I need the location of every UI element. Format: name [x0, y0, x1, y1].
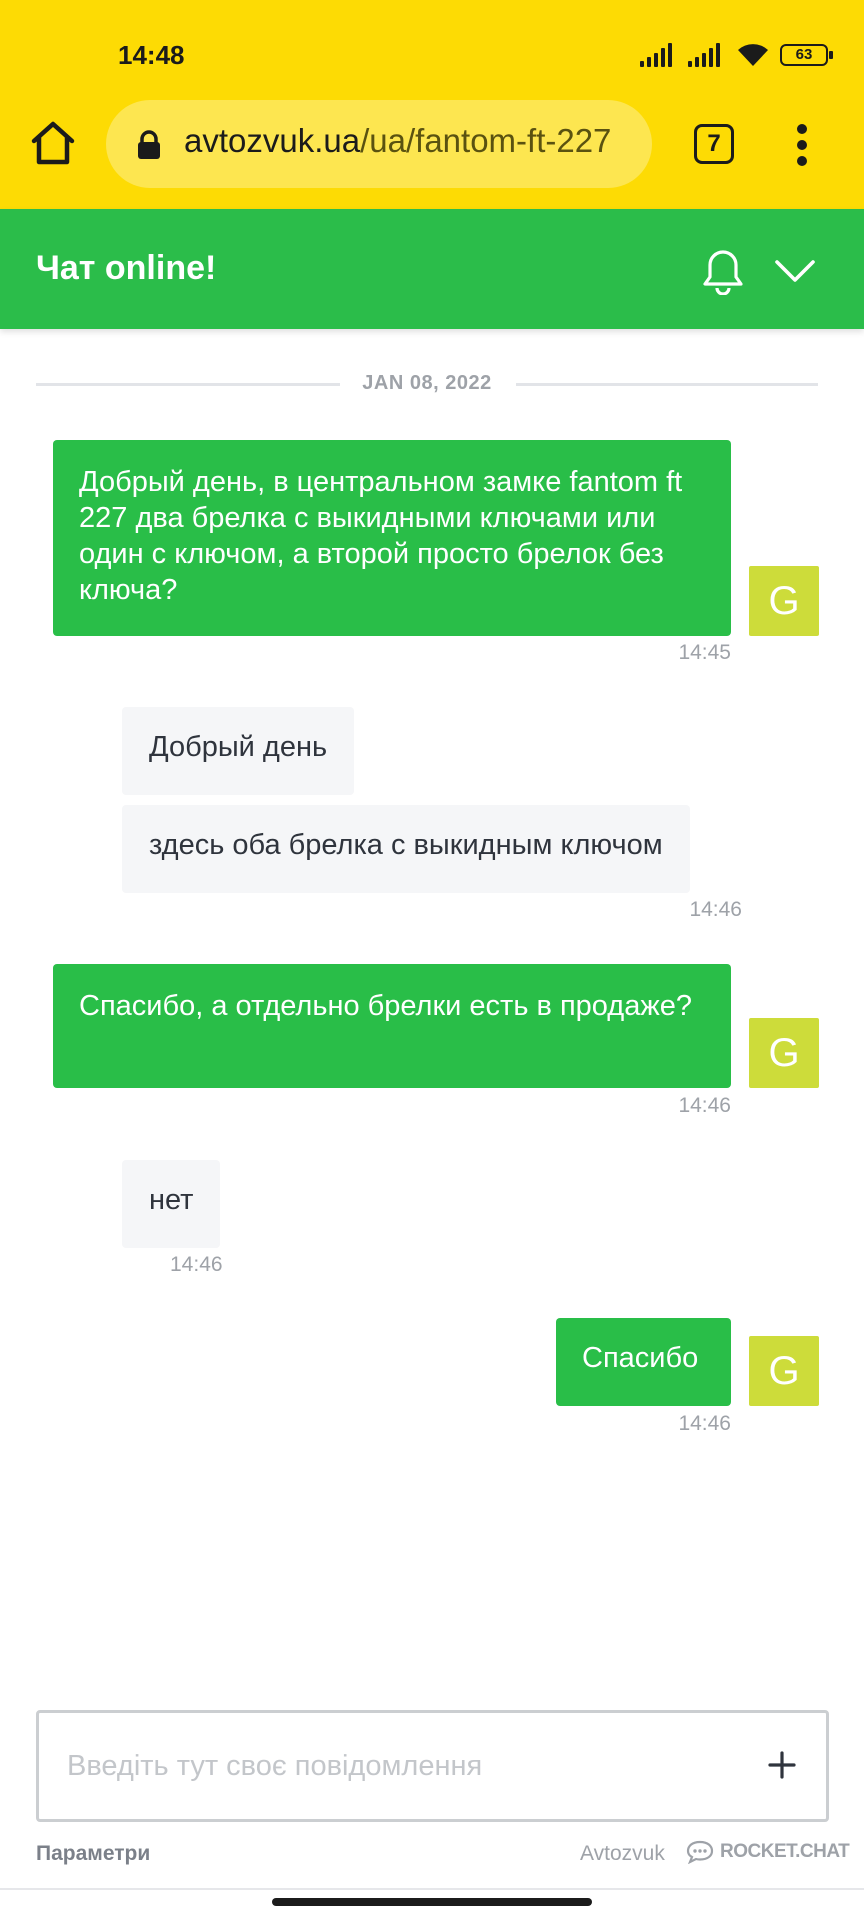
chat-bubble-icon	[686, 1840, 714, 1864]
signal-icon	[640, 43, 672, 67]
message-bubble-outgoing: Добрый день, в центральном замке fantom …	[53, 440, 731, 636]
url-path: /ua/fantom-ft-227	[360, 122, 612, 159]
message-text: Добрый день	[149, 731, 328, 763]
chat-title: Чат online!	[36, 249, 217, 287]
wifi-icon	[738, 44, 768, 66]
message-time: 14:45	[678, 641, 731, 664]
browser-menu-icon[interactable]	[790, 122, 814, 168]
home-indicator[interactable]	[272, 1898, 592, 1906]
message-bubble-incoming: нет	[122, 1160, 221, 1248]
brand-link[interactable]: Avtozvuk	[580, 1842, 665, 1866]
options-link[interactable]: Параметри	[36, 1842, 150, 1866]
message-bubble-incoming: Добрый день	[122, 707, 355, 795]
avatar: G	[749, 1336, 819, 1406]
status-icons: 63	[640, 42, 833, 68]
message-text: здесь оба брелка с выкидным ключом	[149, 829, 663, 861]
avatar: G	[749, 1018, 819, 1088]
avatar: G	[749, 566, 819, 636]
plus-icon[interactable]	[766, 1749, 798, 1781]
bell-icon[interactable]	[700, 247, 746, 295]
home-icon[interactable]	[28, 118, 78, 168]
url-host: avtozvuk.ua	[184, 122, 361, 159]
footer-divider	[0, 1888, 864, 1890]
url-text[interactable]: avtozvuk.ua/ua/fantom-ft-227	[184, 122, 634, 160]
message-text: нет	[149, 1184, 194, 1216]
date-divider-label: JAN 08, 2022	[344, 372, 510, 394]
message-bubble-outgoing: Спасибо	[556, 1318, 731, 1406]
message-composer	[36, 1710, 829, 1822]
message-time: 14:46	[689, 898, 742, 921]
date-divider: JAN 08, 2022	[36, 372, 818, 396]
lock-icon	[138, 130, 160, 159]
message-time: 14:46	[170, 1253, 223, 1276]
chat-header: Чат online!	[0, 209, 864, 329]
battery-icon: 63	[780, 44, 833, 66]
message-text: Спасибо	[582, 1342, 699, 1374]
message-bubble-incoming: здесь оба брелка с выкидным ключом	[122, 805, 690, 893]
chevron-down-icon[interactable]	[772, 253, 818, 289]
tab-switcher-button[interactable]: 7	[694, 124, 734, 164]
message-text: Спасибо, а отдельно брелки есть в продаж…	[79, 990, 692, 1022]
message-time: 14:46	[678, 1412, 731, 1435]
message-input[interactable]	[65, 1743, 719, 1789]
signal-icon	[688, 43, 720, 67]
message-text: Добрый день, в центральном замке fantom …	[79, 466, 683, 606]
status-time: 14:48	[118, 40, 185, 70]
rocket-chat-logo[interactable]: ROCKET.CHAT	[686, 1840, 850, 1864]
message-time: 14:46	[678, 1094, 731, 1117]
powered-by-label: ROCKET.CHAT	[720, 1841, 850, 1862]
message-bubble-outgoing: Спасибо, а отдельно брелки есть в продаж…	[53, 964, 731, 1088]
address-bar[interactable]: avtozvuk.ua/ua/fantom-ft-227	[106, 100, 652, 188]
